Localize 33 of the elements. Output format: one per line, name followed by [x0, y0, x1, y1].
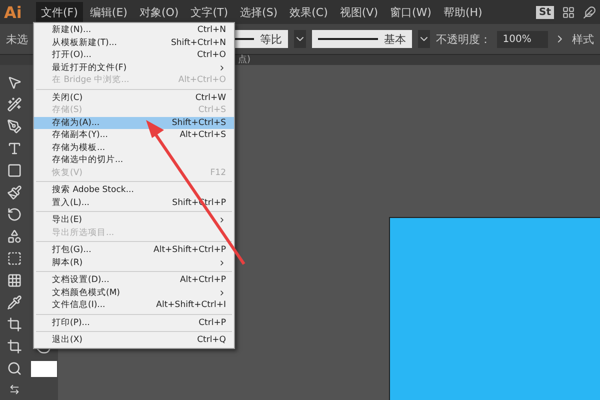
menu-item[interactable]: 文档颜色模式(M) [34, 286, 234, 299]
opacity-field[interactable]: 100% [496, 30, 548, 48]
menu-title[interactable]: 帮助(H) [438, 2, 488, 22]
menu-item[interactable]: 导出(E) [34, 214, 234, 226]
selection-label: 未选 [6, 32, 28, 46]
menu-item[interactable]: 存储为模板... [34, 142, 234, 154]
menu-title[interactable]: 对象(O) [134, 2, 184, 22]
menu-item[interactable]: 文档设置(D)... Alt+Ctrl+P [34, 274, 234, 286]
menu-title[interactable]: 文件(F) [36, 2, 83, 22]
menu-title[interactable]: 视图(V) [334, 2, 383, 22]
document-tab[interactable]: 点) [238, 55, 251, 65]
menu-title[interactable]: 文字(T) [186, 2, 234, 22]
menu-item[interactable]: 搜索 Adobe Stock... [34, 184, 234, 196]
menu-item[interactable]: 打开(O)... Ctrl+O [34, 49, 234, 62]
menu-title[interactable]: 选择(S) [235, 2, 283, 22]
brush-dropdown[interactable]: 基本 [312, 30, 412, 48]
opacity-label: 不透明度： [436, 32, 491, 46]
menu-item[interactable]: 关闭(C) Ctrl+W [34, 92, 234, 104]
stock-badge[interactable]: St [536, 6, 554, 18]
menu-item[interactable]: 存储副本(Y)... Alt+Ctrl+S [34, 129, 234, 142]
menu-item[interactable]: 打印(P)... Ctrl+P [34, 316, 234, 329]
menu-item[interactable]: 存储为(A)... Shift+Ctrl+S [34, 116, 234, 129]
menu-title[interactable]: 效果(C) [284, 2, 333, 22]
menu-item[interactable]: 最近打开的文件(F) [34, 62, 234, 74]
menu-title[interactable]: 窗口(W) [384, 2, 436, 22]
app-logo: Ai [4, 2, 23, 22]
menu-item[interactable]: 退出(X) Ctrl+Q [34, 334, 234, 346]
menu-item[interactable]: 存储选中的切片... [34, 154, 234, 166]
style-label[interactable]: 样式 [572, 32, 594, 46]
menu-item[interactable]: 打包(G)... Alt+Shift+Ctrl+P [34, 244, 234, 256]
menu-item[interactable]: 脚本(R) [34, 256, 234, 269]
menu-title[interactable]: 编辑(E) [84, 2, 132, 22]
menu-item[interactable]: 文件信息(I)... Alt+Shift+Ctrl+I [34, 299, 234, 312]
